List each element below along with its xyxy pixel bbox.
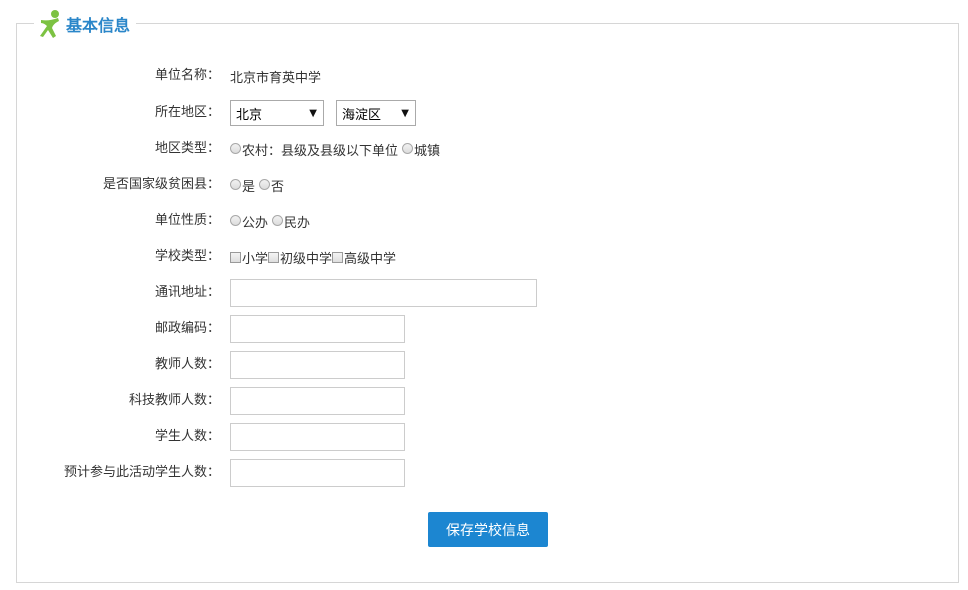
- poverty-county-label: 是否国家级贫困县：: [102, 177, 220, 192]
- row-school-type: 学校类型： 小学 初级中学 高级中学: [0, 243, 968, 271]
- row-teacher-count: 教师人数：: [0, 351, 968, 379]
- district-select[interactable]: 海淀区 ▼: [336, 100, 416, 126]
- checkbox-senior-label: 高级中学: [344, 251, 397, 267]
- region-type-label: 地区类型：: [154, 141, 220, 156]
- teacher-count-label: 教师人数：: [154, 357, 220, 372]
- checkbox-junior[interactable]: [268, 251, 280, 263]
- school-type-primary[interactable]: 小学: [230, 248, 268, 267]
- expected-students-label: 预计参与此活动学生人数：: [63, 465, 220, 480]
- district-selected: 海淀区: [342, 107, 382, 123]
- unit-nature-public[interactable]: 公办: [230, 212, 268, 231]
- school-type-senior[interactable]: 高级中学: [332, 248, 396, 267]
- teacher-count-input[interactable]: [230, 351, 405, 379]
- radio-no[interactable]: [259, 178, 271, 190]
- radio-yes[interactable]: [230, 178, 241, 190]
- radio-public-label: 公办: [242, 215, 269, 231]
- checkbox-junior-label: 初级中学: [280, 251, 333, 267]
- tech-teacher-count-label: 科技教师人数：: [128, 393, 220, 408]
- row-region-type: 地区类型： 农村：县级及县级以下单位 城镇: [0, 135, 968, 163]
- radio-rural-label: 农村：县级及县级以下单位: [242, 143, 399, 159]
- school-type-label: 学校类型：: [154, 249, 220, 264]
- radio-yes-label: 是: [242, 179, 256, 195]
- row-unit-name: 单位名称： 北京市育英中学: [0, 62, 968, 90]
- unit-nature-private[interactable]: 民办: [272, 212, 310, 231]
- region-type-options: 农村：县级及县级以下单位 城镇: [230, 135, 444, 163]
- radio-private[interactable]: [272, 214, 284, 226]
- row-unit-nature: 单位性质： 公办 民办: [0, 207, 968, 235]
- radio-private-label: 民办: [284, 215, 311, 231]
- student-count-label: 学生人数：: [154, 429, 220, 444]
- student-count-field-wrap: [230, 423, 405, 451]
- province-selected: 北京: [236, 107, 263, 123]
- checkbox-senior[interactable]: [332, 251, 344, 263]
- school-type-junior[interactable]: 初级中学: [268, 248, 332, 267]
- poverty-county-options: 是 否: [230, 171, 288, 199]
- save-school-info-button[interactable]: 保存学校信息: [428, 512, 548, 547]
- postal-code-field-wrap: [230, 315, 405, 343]
- expected-students-field-wrap: [230, 459, 405, 487]
- address-field-wrap: [230, 279, 537, 307]
- postal-code-input[interactable]: [230, 315, 405, 343]
- row-expected-students: 预计参与此活动学生人数：: [0, 459, 968, 487]
- row-tech-teacher-count: 科技教师人数：: [0, 387, 968, 415]
- poverty-yes[interactable]: 是: [230, 176, 255, 195]
- poverty-no[interactable]: 否: [259, 176, 284, 195]
- address-label: 通讯地址：: [154, 285, 220, 300]
- school-type-options: 小学 初级中学 高级中学: [230, 243, 400, 271]
- dropdown-arrow-icon: ▼: [401, 107, 409, 119]
- row-address: 通讯地址：: [0, 279, 968, 307]
- radio-urban[interactable]: [402, 142, 414, 154]
- row-student-count: 学生人数：: [0, 423, 968, 451]
- section-title: 基本信息: [66, 16, 131, 35]
- tech-teacher-count-input[interactable]: [230, 387, 405, 415]
- province-select[interactable]: 北京 ▼: [230, 100, 324, 126]
- section-legend: 基本信息: [34, 8, 137, 40]
- teacher-count-field-wrap: [230, 351, 405, 379]
- unit-nature-options: 公办 民办: [230, 207, 314, 235]
- radio-rural[interactable]: [230, 142, 241, 154]
- checkbox-primary-label: 小学: [242, 251, 269, 267]
- student-count-input[interactable]: [230, 423, 405, 451]
- tech-teacher-count-field-wrap: [230, 387, 405, 415]
- row-poverty-county: 是否国家级贫困县： 是 否: [0, 171, 968, 199]
- unit-nature-label: 单位性质：: [154, 213, 220, 228]
- region-label: 所在地区：: [154, 105, 220, 120]
- expected-students-input[interactable]: [230, 459, 405, 487]
- region-type-urban[interactable]: 城镇: [402, 140, 440, 159]
- running-person-icon: [40, 10, 59, 38]
- dropdown-arrow-icon: ▼: [309, 107, 317, 119]
- row-postal-code: 邮政编码：: [0, 315, 968, 343]
- unit-name-label: 单位名称：: [154, 68, 220, 83]
- radio-no-label: 否: [271, 179, 285, 195]
- address-input[interactable]: [230, 279, 537, 307]
- radio-public[interactable]: [230, 214, 241, 226]
- checkbox-primary[interactable]: [230, 251, 241, 263]
- postal-code-label: 邮政编码：: [154, 321, 220, 336]
- region-type-rural[interactable]: 农村：县级及县级以下单位: [230, 140, 398, 159]
- unit-name-value: 北京市育英中学: [230, 70, 322, 86]
- region-selects: 北京 ▼ 海淀区 ▼: [230, 99, 416, 127]
- radio-urban-label: 城镇: [414, 143, 441, 159]
- row-region: 所在地区： 北京 ▼ 海淀区 ▼: [0, 99, 968, 127]
